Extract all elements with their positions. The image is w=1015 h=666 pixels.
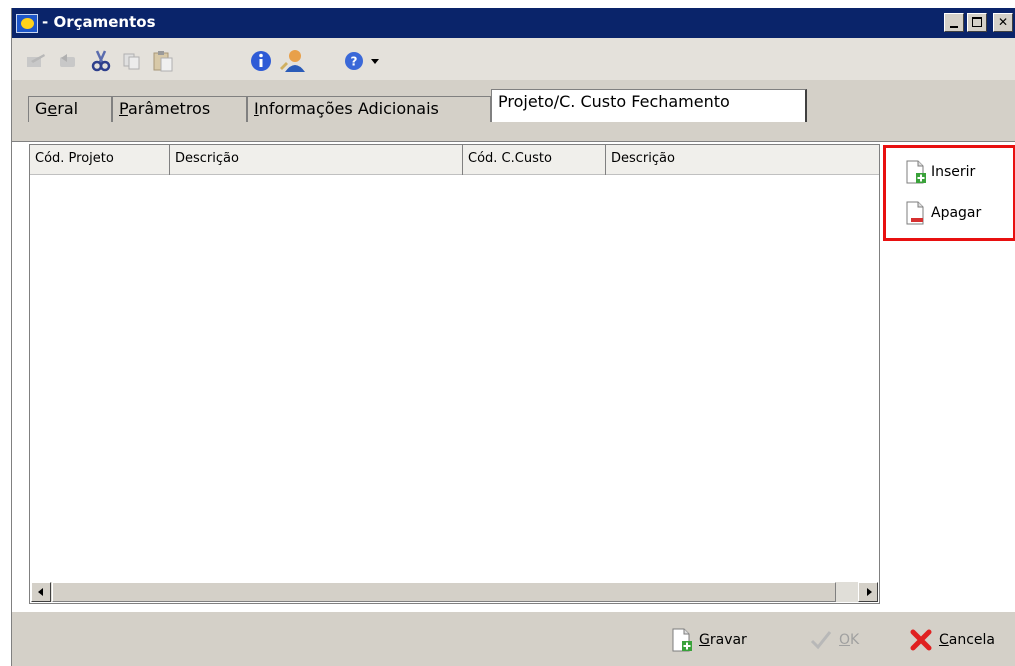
- tab-parametros-hotkey: P: [119, 99, 128, 118]
- insert-icon: [906, 160, 926, 184]
- cancel-rest: ancela: [948, 632, 996, 648]
- window-title: - Orçamentos: [42, 13, 156, 31]
- help-icon[interactable]: ?: [342, 50, 366, 72]
- close-button[interactable]: ✕: [993, 13, 1013, 32]
- maximize-button[interactable]: [967, 13, 987, 32]
- app-icon[interactable]: [16, 14, 38, 33]
- grid-header: Cód. Projeto Descrição Cód. C.Custo Desc…: [30, 145, 879, 175]
- tab-projeto-label: Projeto/C. Custo Fechamento: [498, 92, 730, 111]
- tab-projeto-c-custo-fechamento[interactable]: Projeto/C. Custo Fechamento: [491, 89, 807, 122]
- column-header-cod-projeto[interactable]: Cód. Projeto: [30, 145, 170, 175]
- insert-button[interactable]: Inserir: [905, 160, 975, 184]
- paste-icon[interactable]: [150, 50, 176, 72]
- tab-informacoes-rest: nformações Adicionais: [258, 99, 439, 118]
- orcamentos-window: - Orçamentos ✕ ? Geral Parâmetros Inform…: [11, 8, 1015, 666]
- tab-parametros-rest: arâmetros: [127, 99, 211, 118]
- check-icon: [810, 631, 832, 650]
- dialog-button-bar: Gravar OK Cancela: [12, 612, 1015, 666]
- row-actions-panel: Inserir Apagar: [883, 145, 1015, 241]
- scroll-thumb[interactable]: [52, 582, 836, 602]
- help-dropdown-arrow-icon[interactable]: [368, 50, 382, 72]
- tab-strip: Geral Parâmetros Informações Adicionais …: [12, 88, 1015, 122]
- save-rest: ravar: [709, 632, 747, 648]
- scroll-left-button[interactable]: [31, 582, 51, 602]
- tab-geral-prefix: G: [35, 99, 48, 118]
- copy-icon[interactable]: [120, 50, 144, 72]
- user-icon[interactable]: [278, 50, 308, 72]
- save-label: Gravar: [699, 632, 747, 648]
- title-bar[interactable]: - Orçamentos ✕: [12, 8, 1015, 38]
- close-icon: ✕: [997, 15, 1009, 29]
- tab-informacoes-adicionais[interactable]: Informações Adicionais: [247, 96, 491, 122]
- delete-button[interactable]: Apagar: [905, 201, 981, 225]
- ok-hotkey: O: [839, 632, 851, 648]
- cancel-label: Cancela: [939, 632, 995, 648]
- delete-label: Apagar: [931, 205, 982, 221]
- minimize-button[interactable]: [944, 13, 964, 32]
- info-icon[interactable]: [248, 50, 274, 72]
- save-icon: [672, 628, 692, 652]
- ok-label: OK: [839, 632, 859, 648]
- tab-panel: Cód. Projeto Descrição Cód. C.Custo Desc…: [12, 141, 1015, 612]
- column-header-descricao-projeto[interactable]: Descrição: [170, 145, 463, 175]
- edit-icon[interactable]: [24, 50, 48, 72]
- tab-geral-hotkey: e: [47, 99, 58, 118]
- tab-geral-rest: ral: [57, 99, 79, 118]
- ok-rest: K: [850, 632, 860, 648]
- minimize-icon: [950, 26, 958, 28]
- projects-grid[interactable]: Cód. Projeto Descrição Cód. C.Custo Desc…: [29, 144, 880, 604]
- svg-text:?: ?: [351, 55, 358, 69]
- delete-icon: [906, 201, 924, 225]
- cancel-button[interactable]: Cancela: [909, 627, 995, 653]
- tab-parametros[interactable]: Parâmetros: [112, 96, 247, 122]
- tab-geral[interactable]: Geral: [28, 96, 112, 122]
- column-header-cod-c-custo[interactable]: Cód. C.Custo: [463, 145, 606, 175]
- insert-label: Inserir: [931, 164, 976, 180]
- scroll-right-button[interactable]: [858, 582, 878, 602]
- ok-button[interactable]: OK: [809, 627, 859, 653]
- undo-icon[interactable]: [56, 50, 80, 72]
- save-button[interactable]: Gravar: [671, 627, 747, 653]
- cancel-x-icon: [910, 629, 932, 651]
- horizontal-scrollbar[interactable]: [31, 582, 878, 602]
- cancel-hotkey: C: [939, 632, 949, 648]
- cut-icon[interactable]: [88, 50, 114, 72]
- maximize-icon: [972, 17, 982, 27]
- save-hotkey: G: [699, 632, 710, 648]
- column-header-descricao-custo[interactable]: Descrição: [606, 145, 879, 175]
- toolbar: ?: [12, 38, 1015, 80]
